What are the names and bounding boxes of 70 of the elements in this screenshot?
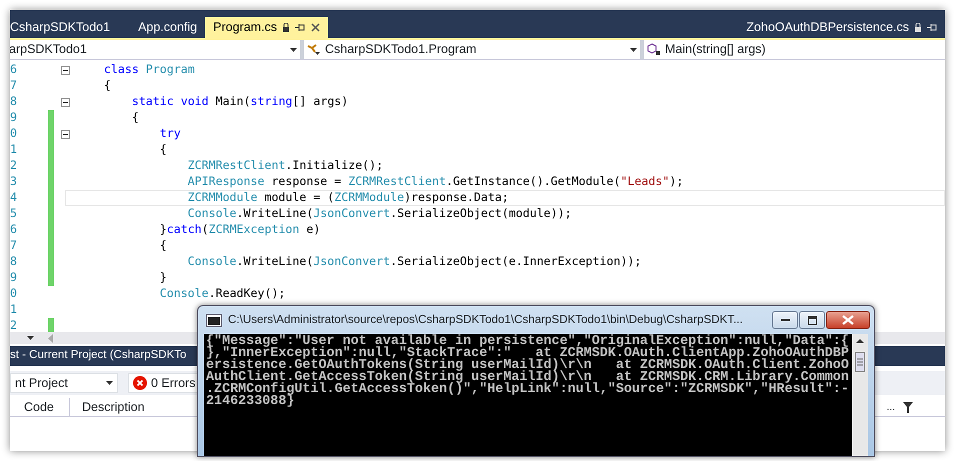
code-line: static void Main(string[] args) — [130, 93, 348, 110]
lock-icon — [915, 23, 921, 32]
column-header[interactable]: Code — [10, 398, 70, 416]
column-header[interactable]: Description — [70, 398, 145, 416]
scope-dropdown[interactable]: nt Project — [10, 373, 118, 393]
document-tab[interactable]: Program.cs — [205, 17, 328, 38]
line-number: 4 — [10, 189, 18, 206]
line-number: 2 — [10, 317, 18, 332]
code-line: } — [158, 269, 167, 286]
scroll-thumb-icon[interactable] — [855, 352, 865, 372]
line-number: 2 — [10, 157, 18, 174]
code-line: class Program — [102, 61, 195, 78]
line-number: 0 — [10, 125, 18, 142]
line-number: 3 — [10, 173, 18, 190]
dropdown-arrow-icon — [290, 48, 297, 52]
code-line: ZCRMRestClient.Initialize(); — [186, 157, 384, 174]
lock-icon — [283, 23, 290, 32]
close-icon[interactable] — [311, 23, 320, 32]
maximize-icon — [808, 316, 816, 324]
window-title: C:\Users\Administrator\source\repos\CsharpSDKTodo1\CsharpSDKTodo1\bin\Debug\CsharpSDKT... — [228, 312, 743, 328]
filter-icon[interactable] — [903, 402, 913, 412]
line-number: 6 — [10, 221, 18, 238]
scrollbar[interactable] — [852, 334, 868, 456]
code-line: Console.ReadKey(); — [158, 285, 286, 302]
line-number: 1 — [10, 141, 18, 158]
code-line: Console.WriteLine(JsonConvert.SerializeObject(e.InnerException)); — [186, 253, 642, 270]
line-number: 9 — [10, 269, 18, 286]
code-line: { — [102, 77, 111, 94]
code-line: { — [158, 237, 167, 254]
member-dropdown[interactable]: Main(string[] args) — [644, 40, 945, 59]
line-number: 6 — [10, 61, 18, 78]
line-number: 0 — [10, 285, 18, 302]
minimize-icon — [780, 318, 790, 322]
line-number: 5 — [10, 205, 18, 222]
console-output-line: 2146233088} — [206, 396, 294, 408]
line-number: 8 — [10, 253, 18, 270]
code-line: }catch(ZCRMException e) — [158, 221, 320, 238]
console-app-icon — [206, 314, 222, 326]
dropdown-arrow-icon — [630, 48, 637, 52]
line-number: 9 — [10, 109, 18, 126]
minimize-button[interactable] — [772, 311, 798, 329]
line-number: 1 — [10, 301, 18, 318]
dropdown-arrow-icon — [106, 381, 113, 385]
maximize-button[interactable] — [799, 311, 825, 329]
document-tab[interactable]: App.config — [130, 17, 206, 38]
line-number: 8 — [10, 93, 18, 110]
collapse-icon[interactable] — [60, 130, 70, 138]
close-button[interactable] — [826, 311, 870, 329]
class-icon — [307, 44, 321, 56]
error-icon — [133, 376, 147, 390]
class-dropdown[interactable]: CsharpSDKTodo1.Program — [304, 40, 644, 59]
column-header[interactable]: ... — [886, 400, 895, 414]
code-line: APIResponse response = ZCRMRestClient.GetInstance().GetModule("Leads"); — [186, 173, 684, 190]
console-output-line: .ZCRMConfigUtil.GetAccessToken()","HelpLink":null,"Source":"ZCRMSDK","HResult":- — [206, 384, 850, 396]
code-line: try — [158, 125, 181, 142]
method-icon — [647, 43, 661, 56]
collapse-icon[interactable] — [60, 66, 70, 74]
line-number: 7 — [10, 77, 18, 94]
document-tab[interactable]: CsharpSDKTodo1 — [10, 17, 118, 38]
close-icon — [842, 315, 854, 325]
pin-icon[interactable] — [295, 23, 306, 32]
line-number: 7 — [10, 237, 18, 254]
code-line: ZCRMModule module = (ZCRMModule)response.Data; — [186, 189, 509, 206]
code-line: { — [130, 109, 139, 126]
document-tab[interactable]: ZohoOAuthDBPersistence.cs — [738, 17, 945, 38]
panel-title: st - Current Project (CsharpSDKTo — [10, 348, 186, 364]
code-line: Console.WriteLine(JsonConvert.SerializeObject(module)); — [186, 205, 572, 222]
collapse-icon[interactable] — [60, 98, 70, 106]
code-line: { — [158, 141, 167, 158]
dropdown-arrow-icon[interactable] — [27, 336, 35, 340]
